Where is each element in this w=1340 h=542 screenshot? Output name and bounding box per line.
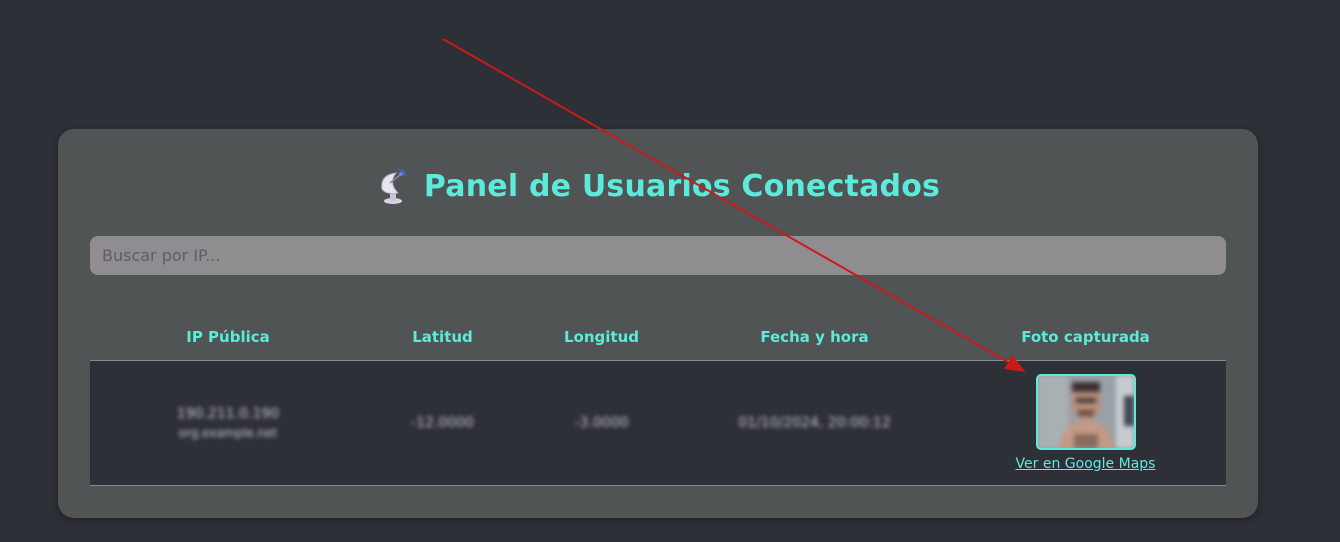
captured-photo[interactable] (1035, 374, 1136, 450)
ip-hostname: org.example.net (178, 426, 278, 440)
satellite-dish-icon (376, 167, 410, 205)
longitude-value: -3.0000 (574, 415, 629, 431)
column-header-ip: IP Pública (90, 314, 366, 361)
page-title: Panel de Usuarios Conectados (423, 168, 941, 204)
column-header-datetime: Fecha y hora (684, 314, 945, 361)
ip-address: 190.211.0.190 (176, 406, 280, 422)
table-header-row: IP Pública Latitud Longitud Fecha y hora… (90, 314, 1226, 361)
datetime-value: 01/10/2024, 20:00:12 (738, 415, 891, 431)
search-input[interactable] (90, 236, 1226, 275)
cell-ip: 190.211.0.190 org.example.net (90, 360, 366, 486)
cell-photo: Ver en Google Maps (945, 360, 1226, 486)
users-table-container: IP Pública Latitud Longitud Fecha y hora… (90, 314, 1226, 486)
google-maps-link[interactable]: Ver en Google Maps (1016, 456, 1156, 472)
cell-latitude: -12.0000 (366, 360, 519, 486)
table-row: 190.211.0.190 org.example.net -12.0000 -… (90, 360, 1226, 486)
latitude-value: -12.0000 (411, 415, 474, 431)
cell-datetime: 01/10/2024, 20:00:12 (684, 360, 945, 486)
column-header-longitude: Longitud (519, 314, 684, 361)
cell-longitude: -3.0000 (519, 360, 684, 486)
users-table: IP Pública Latitud Longitud Fecha y hora… (90, 314, 1226, 486)
column-header-photo: Foto capturada (945, 314, 1226, 361)
column-header-latitude: Latitud (366, 314, 519, 361)
panel-header: Panel de Usuarios Conectados (58, 165, 1258, 207)
users-panel: Panel de Usuarios Conectados IP Pública … (58, 129, 1258, 518)
